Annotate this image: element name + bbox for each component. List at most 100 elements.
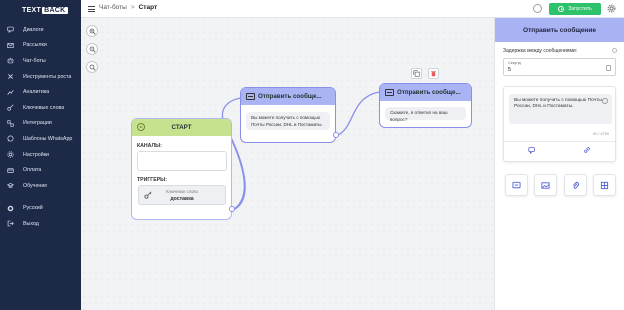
topbar: Чат-боты > Старт Запустить (81, 0, 624, 18)
sidebar: TEXT BACK Диалоги Рассылки Чат-боты Инст… (0, 0, 81, 310)
delay-unit: Секунд (508, 61, 521, 65)
channels-box[interactable] (137, 151, 227, 171)
copy-icon (413, 70, 420, 77)
sidebar-item-label: Оплата (23, 167, 42, 174)
message-node-header: Отправить сообще... (380, 84, 471, 101)
message-icon (385, 89, 394, 96)
sidebar-item-settings[interactable]: Настройки (0, 147, 81, 163)
start-node-title: СТАРТ (171, 124, 192, 131)
sidebar-item-label: Аналитика (23, 89, 50, 96)
breadcrumb-separator: > (130, 4, 135, 11)
add-image-button[interactable] (534, 174, 558, 196)
delay-value: 5 (508, 67, 511, 73)
logo[interactable]: TEXT BACK (22, 5, 68, 15)
sidebar-item-chatbots[interactable]: Чат-боты (0, 53, 81, 69)
globe-icon (6, 204, 14, 212)
sidebar-item-analytics[interactable]: Аналитика (0, 84, 81, 100)
message-node-2[interactable]: Отправить сообще... Скажите, я ответил н… (379, 83, 472, 128)
breadcrumb: Чат-боты > Старт (99, 4, 157, 11)
info-icon[interactable] (612, 48, 617, 53)
copy-node-button[interactable] (411, 68, 422, 79)
divider (504, 141, 615, 142)
add-text-button[interactable] (505, 174, 528, 196)
message-text: Вы можете получить с помощью Почты Росси… (514, 98, 602, 110)
settings-gear-icon[interactable] (607, 4, 616, 13)
message-node-title: Отправить сообще... (258, 93, 322, 100)
trigger-type: Ключевое слово (166, 189, 198, 194)
tools-icon (6, 73, 14, 81)
trash-icon (431, 71, 436, 77)
education-icon (6, 182, 14, 190)
trigger-value: доставка (170, 196, 194, 202)
start-node-output-port[interactable] (229, 206, 235, 212)
message-bubble: Вы можете получить с помощью Почты Росси… (246, 112, 330, 130)
play-icon (558, 6, 565, 12)
sidebar-item-integrations[interactable]: Интеграции (0, 116, 81, 132)
add-button-icon[interactable] (528, 146, 536, 154)
sidebar-item-mailings[interactable]: Рассылки (0, 38, 81, 54)
delete-node-button[interactable] (428, 68, 439, 79)
sidebar-item-whatsapp-templates[interactable]: Шаблоны WhatsApp (0, 131, 81, 147)
sidebar-item-dialogs[interactable]: Диалоги (0, 22, 81, 38)
sidebar-item-label: Интеграции (23, 120, 52, 127)
sidebar-item-language[interactable]: Русский (0, 201, 81, 217)
flow-canvas[interactable]: СТАРТ КАНАЛЫ: ТРИГГЕРЫ: Ключевое слово д… (81, 18, 494, 310)
sidebar-item-education[interactable]: Обучение (0, 178, 81, 194)
gallery-icon (600, 181, 609, 189)
sidebar-item-label: Чат-боты (23, 57, 46, 64)
sidebar-item-growth-tools[interactable]: Инструменты роста (0, 69, 81, 85)
stepper-icon[interactable] (606, 65, 611, 71)
paperclip-icon (572, 181, 579, 189)
run-button-label: Запустить (568, 6, 592, 12)
message-node-output-port[interactable] (333, 132, 339, 138)
sidebar-item-label: Русский (23, 205, 43, 212)
message-card: Вы можете получить с помощью Почты Росси… (503, 86, 616, 162)
sidebar-item-label: Шаблоны WhatsApp (23, 135, 73, 142)
sidebar-item-label: Выход (23, 220, 39, 227)
play-icon (137, 123, 145, 131)
sidebar-item-keywords[interactable]: Ключевые слова (0, 100, 81, 116)
start-node[interactable]: СТАРТ КАНАЛЫ: ТРИГГЕРЫ: Ключевое слово д… (131, 118, 235, 220)
run-button[interactable]: Запустить (549, 3, 601, 15)
sidebar-item-logout[interactable]: Выход (0, 216, 81, 232)
attachments-row (505, 174, 616, 196)
emoji-icon[interactable] (602, 98, 608, 104)
dialog-icon (6, 26, 14, 34)
add-gallery-button[interactable] (592, 174, 616, 196)
bot-icon (6, 57, 14, 65)
whatsapp-icon (6, 135, 14, 143)
key-icon (6, 104, 14, 112)
link-icon[interactable] (583, 146, 591, 154)
sidebar-item-label: Настройки (23, 151, 49, 158)
image-icon (541, 181, 550, 189)
message-node-1[interactable]: Отправить сообще... Вы можете получить с… (240, 87, 339, 143)
delay-label: Задержка между сообщениями: (503, 48, 578, 54)
sidebar-item-label: Рассылки (23, 42, 47, 49)
chart-icon (6, 88, 14, 96)
page-title[interactable]: Старт (139, 4, 158, 11)
panel-title: Отправить сообщение (495, 18, 624, 42)
sidebar-item-label: Диалоги (23, 26, 44, 33)
channels-label: КАНАЛЫ: (137, 143, 162, 149)
check-circle-icon[interactable] (533, 4, 542, 13)
delay-field[interactable]: Секунд 5 (503, 58, 616, 76)
sidebar-item-payment[interactable]: Оплата (0, 162, 81, 178)
integration-icon (6, 119, 14, 127)
logout-icon (6, 220, 14, 228)
message-actions (504, 146, 615, 158)
menu-icon[interactable] (88, 6, 95, 14)
message-text-input[interactable]: Вы можете получить с помощью Почты Росси… (509, 94, 612, 124)
sidebar-item-label: Обучение (23, 182, 48, 189)
message-bubble: Скажите, я ответил на ваш вопрос? (385, 107, 466, 122)
text-message-icon (512, 181, 521, 188)
sidebar-item-label: Инструменты роста (23, 73, 72, 80)
breadcrumb-parent[interactable]: Чат-боты (99, 4, 127, 11)
properties-panel: Отправить сообщение Задержка между сообщ… (494, 18, 624, 310)
message-icon (246, 93, 255, 100)
start-node-header: СТАРТ (132, 119, 231, 136)
mail-icon (6, 41, 14, 49)
add-file-button[interactable] (563, 174, 587, 196)
sidebar-nav: Диалоги Рассылки Чат-боты Инструменты ро… (0, 22, 81, 232)
trigger-keyword[interactable]: Ключевое слово доставка (138, 185, 226, 205)
